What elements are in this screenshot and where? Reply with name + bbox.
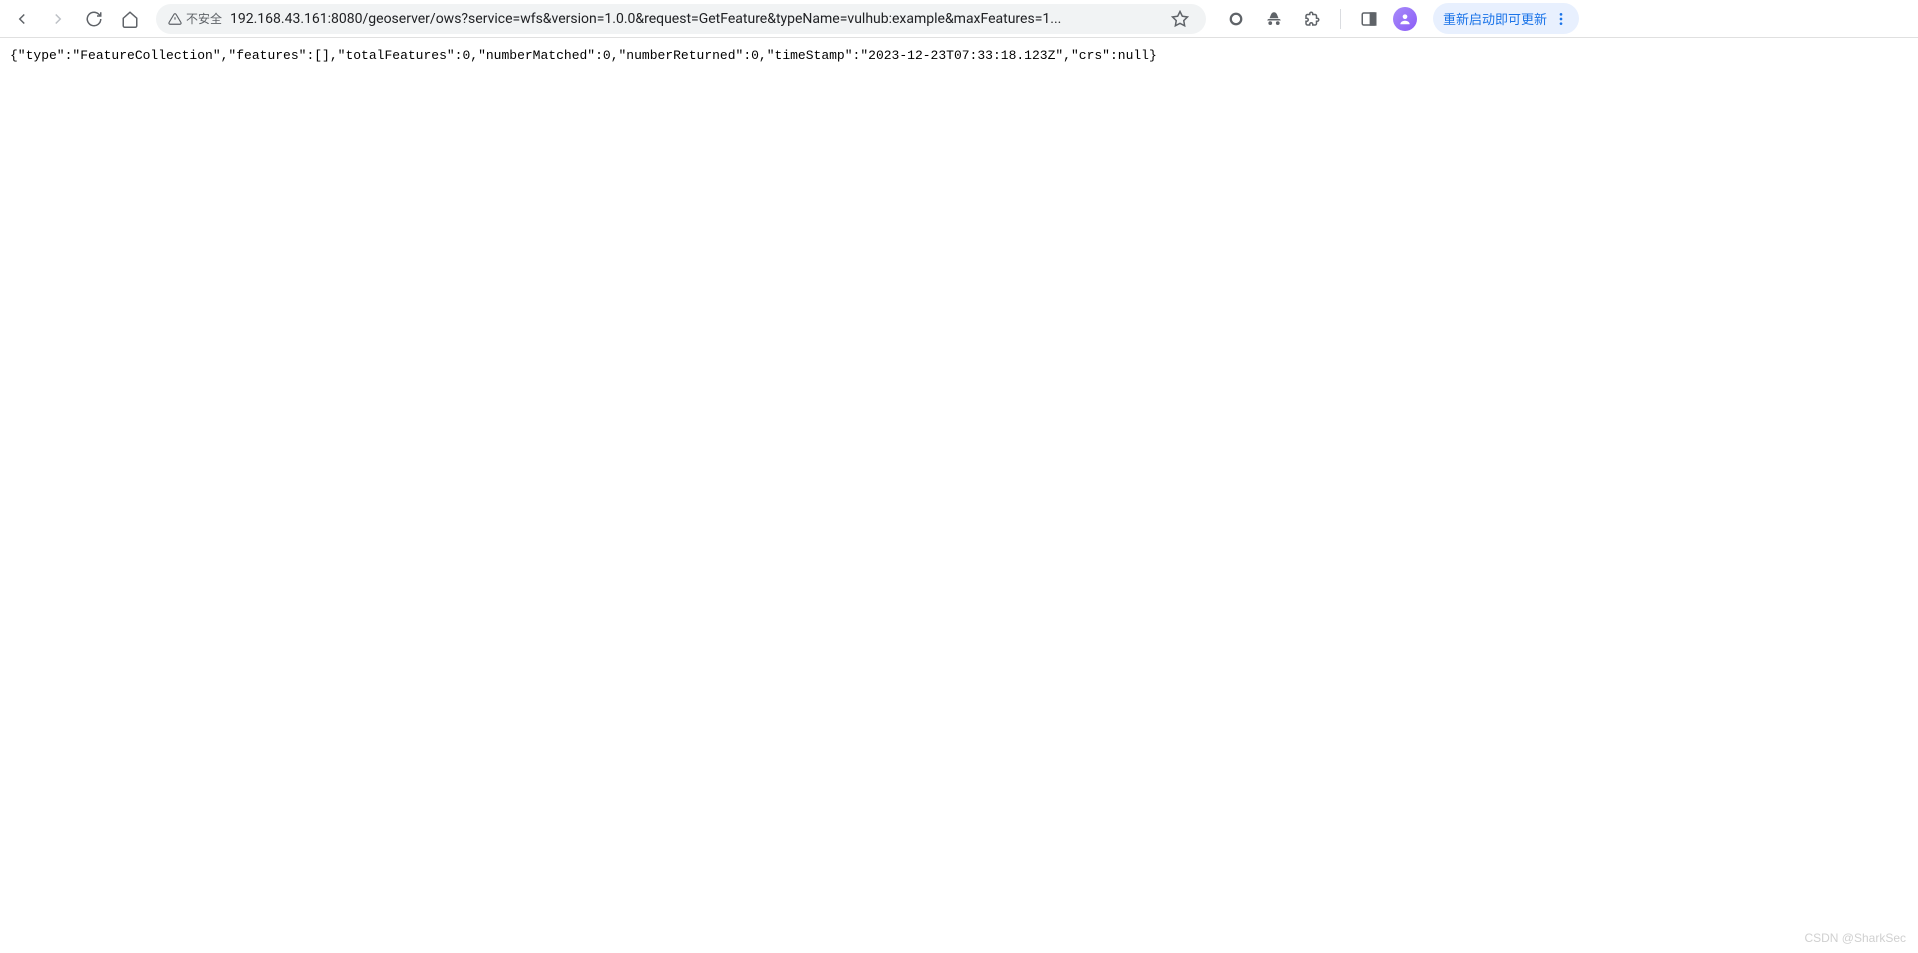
incognito-icon (1265, 10, 1283, 28)
reload-icon (85, 10, 103, 28)
reload-button[interactable] (80, 5, 108, 33)
page-body-content: {"type":"FeatureCollection","features":[… (0, 38, 1918, 73)
home-icon (121, 10, 139, 28)
arrow-left-icon (13, 10, 31, 28)
security-label: 不安全 (186, 10, 222, 27)
star-icon (1171, 10, 1189, 28)
security-indicator[interactable]: 不安全 (168, 10, 222, 27)
watermark: CSDN @SharkSec (1804, 931, 1906, 945)
home-button[interactable] (116, 5, 144, 33)
warning-icon (168, 12, 182, 26)
toolbar-divider (1340, 9, 1341, 29)
extension-incognito-icon[interactable] (1260, 5, 1288, 33)
extension-circle-icon[interactable] (1222, 5, 1250, 33)
puzzle-icon (1303, 10, 1321, 28)
back-button[interactable] (8, 5, 36, 33)
update-button[interactable]: 重新启动即可更新 (1433, 3, 1579, 34)
more-vert-icon (1553, 11, 1569, 27)
forward-button[interactable] (44, 5, 72, 33)
address-bar[interactable]: 不安全 192.168.43.161:8080/geoserver/ows?se… (156, 4, 1206, 34)
profile-avatar[interactable] (1393, 7, 1417, 31)
user-icon (1398, 12, 1412, 26)
circle-icon (1227, 10, 1245, 28)
nav-buttons (8, 5, 144, 33)
extensions-button[interactable] (1298, 5, 1326, 33)
panel-icon (1360, 10, 1378, 28)
toolbar-right: 重新启动即可更新 (1222, 3, 1579, 34)
bookmark-button[interactable] (1166, 5, 1194, 33)
update-label: 重新启动即可更新 (1443, 9, 1547, 28)
side-panel-button[interactable] (1355, 5, 1383, 33)
browser-toolbar: 不安全 192.168.43.161:8080/geoserver/ows?se… (0, 0, 1918, 38)
url-text: 192.168.43.161:8080/geoserver/ows?servic… (230, 11, 1158, 27)
arrow-right-icon (49, 10, 67, 28)
